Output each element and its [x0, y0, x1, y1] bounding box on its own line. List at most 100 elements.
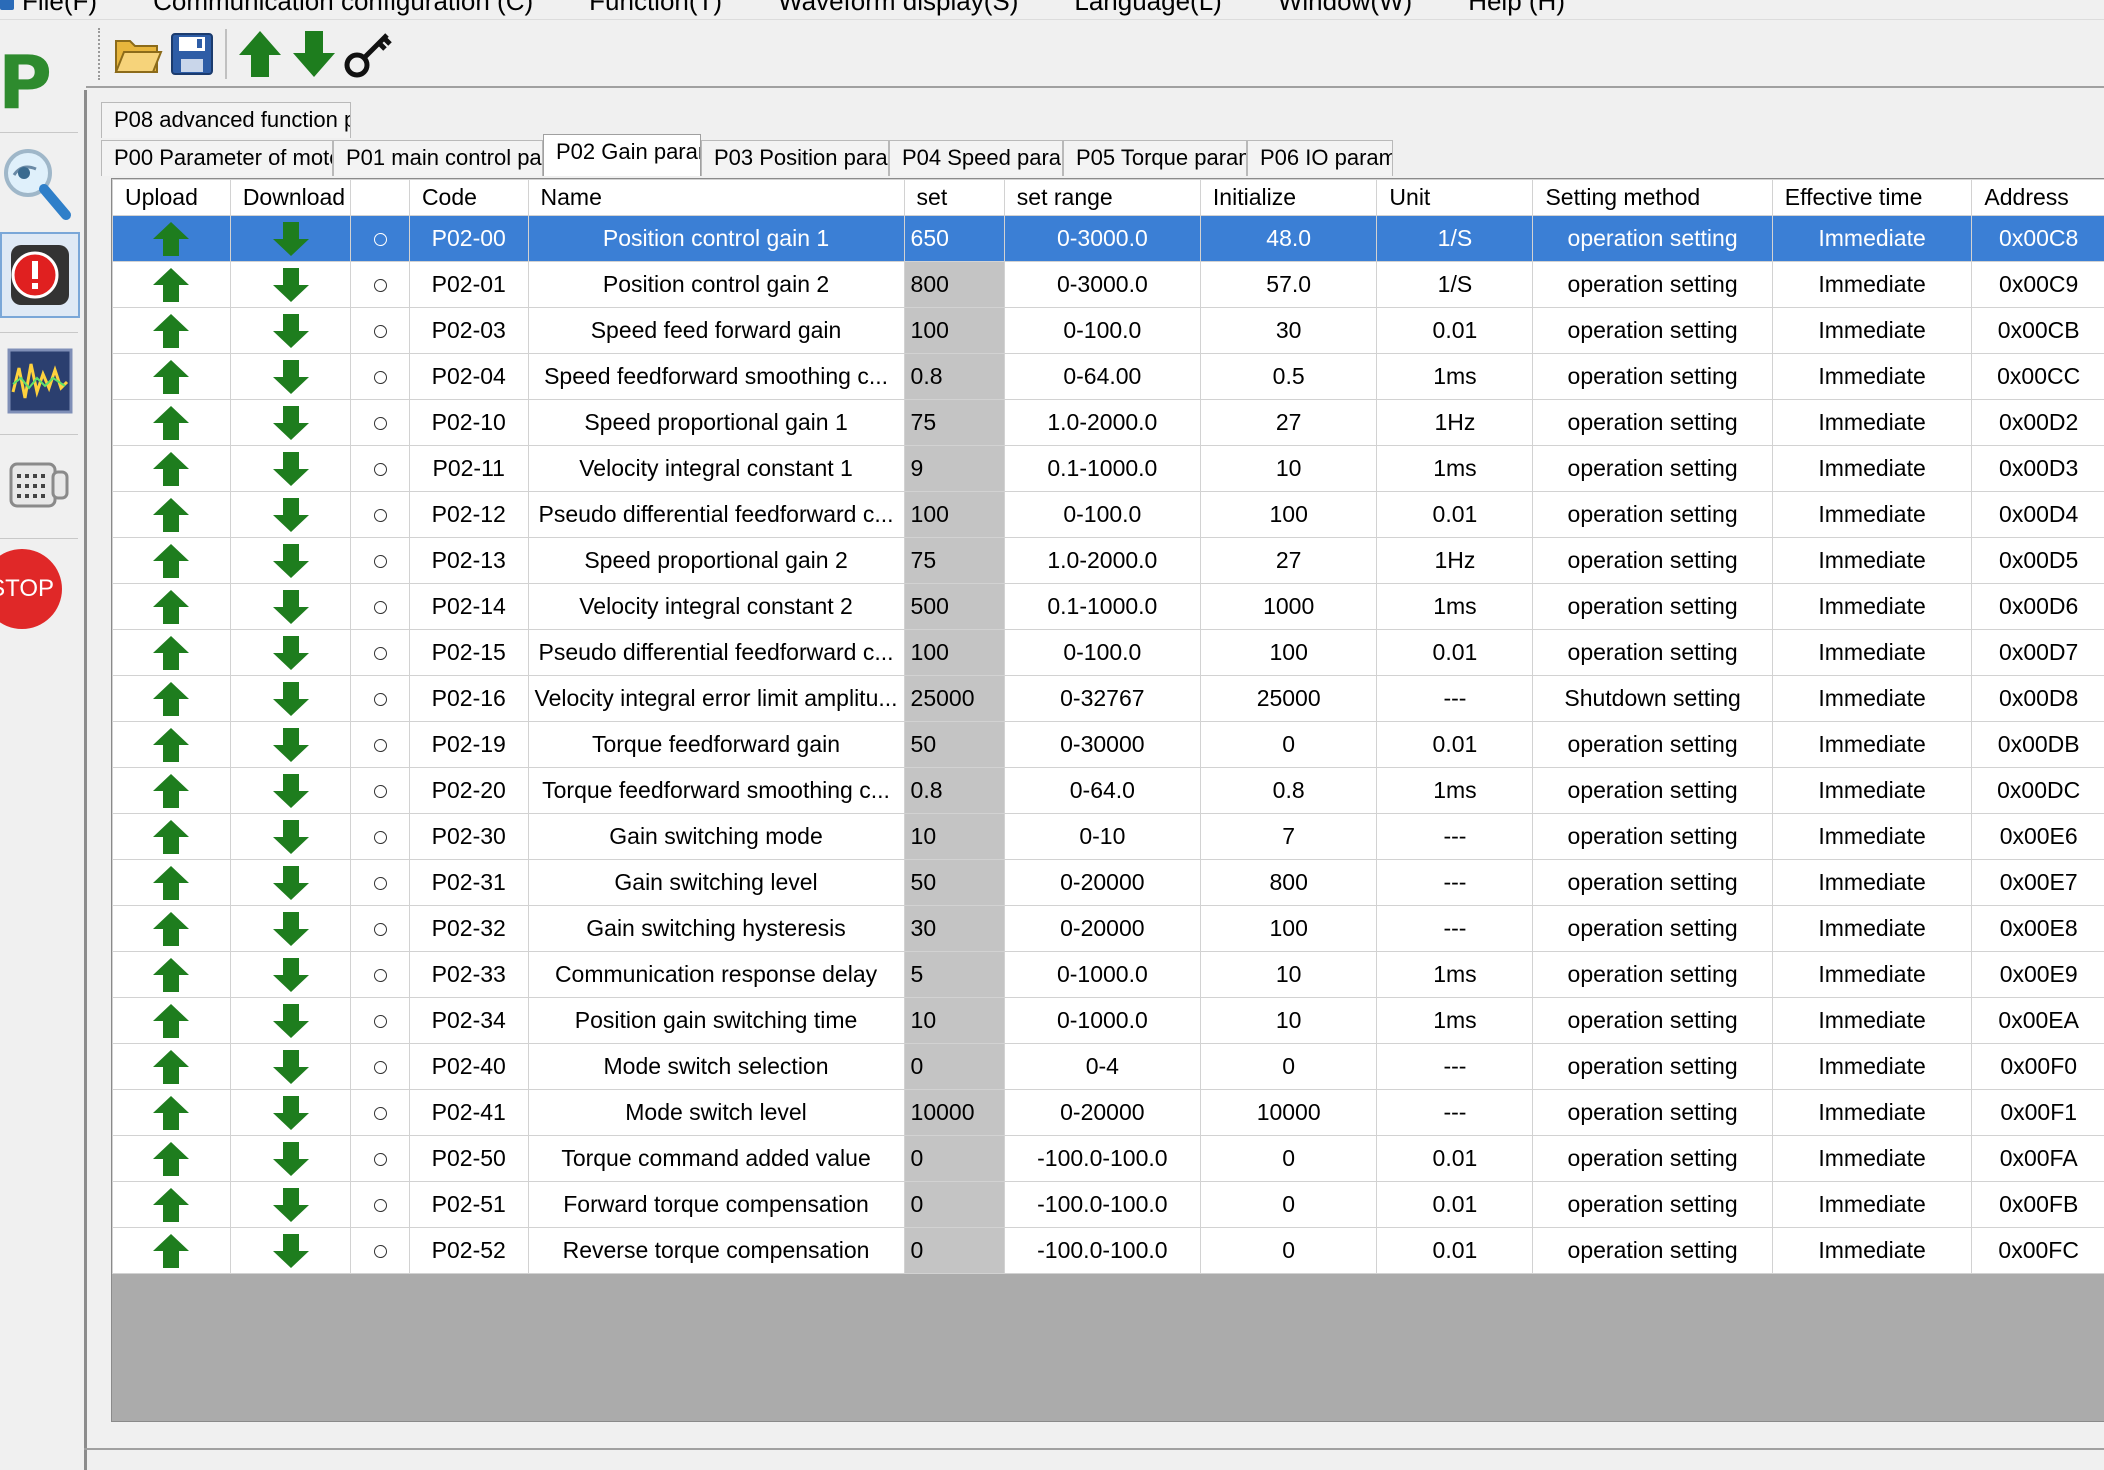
col-initialize-header[interactable]: Initialize — [1199, 179, 1378, 216]
table-row[interactable]: P02-11 Velocity integral constant 1 9 0.1-1… — [112, 445, 2104, 492]
upload-button[interactable] — [112, 215, 231, 262]
download-button[interactable] — [229, 491, 352, 538]
cell-set-input[interactable]: 75 — [903, 537, 1005, 584]
upload-button[interactable] — [112, 491, 231, 538]
save-icon[interactable] — [165, 26, 219, 82]
table-row[interactable]: P02-01 Position control gain 2 800 0-3000.0… — [112, 261, 2104, 308]
cell-set-input[interactable]: 50 — [903, 721, 1005, 768]
upload-button[interactable] — [112, 1227, 231, 1274]
table-row[interactable]: P02-14 Velocity integral constant 2 500 0.1… — [112, 583, 2104, 630]
upload-button[interactable] — [112, 997, 231, 1044]
tab-p02-gain[interactable]: P02 Gain parameter — [543, 134, 701, 176]
download-all-icon[interactable] — [287, 26, 341, 82]
row-select-radio[interactable] — [350, 307, 410, 354]
upload-button[interactable] — [112, 721, 231, 768]
table-row[interactable]: P02-16 Velocity integral error limit ampl… — [112, 675, 2104, 722]
upload-button[interactable] — [112, 767, 231, 814]
cell-set-input[interactable]: 75 — [903, 399, 1005, 446]
upload-button[interactable] — [112, 951, 231, 998]
col-address-header[interactable]: Address — [1971, 179, 2104, 216]
cell-set-input[interactable]: 5 — [903, 951, 1005, 998]
table-row[interactable]: P02-34 Position gain switching time 10 0-10… — [112, 997, 2104, 1044]
cell-set-input[interactable]: 0 — [903, 1227, 1005, 1274]
table-row[interactable]: P02-40 Mode switch selection 0 0-4 0 --- opera… — [112, 1043, 2104, 1090]
table-row[interactable]: P02-41 Mode switch level 10000 0-20000 10000… — [112, 1089, 2104, 1136]
download-button[interactable] — [229, 721, 352, 768]
app-icon[interactable] — [0, 0, 14, 10]
table-row[interactable]: P02-20 Torque feedforward smoothing c... 0… — [112, 767, 2104, 814]
cell-set-input[interactable]: 10 — [903, 813, 1005, 860]
row-select-radio[interactable] — [350, 721, 410, 768]
table-row[interactable]: P02-15 Pseudo differential feedforward c.… — [112, 629, 2104, 676]
col-setting-method-header[interactable]: Setting method — [1532, 179, 1773, 216]
download-button[interactable] — [229, 997, 352, 1044]
download-button[interactable] — [229, 583, 352, 630]
upload-button[interactable] — [112, 583, 231, 630]
table-row[interactable]: P02-51 Forward torque compensation 0 -100.0… — [112, 1181, 2104, 1228]
menu-item[interactable]: Help (H) — [1468, 0, 1565, 14]
upload-button[interactable] — [112, 537, 231, 584]
col-set-header[interactable]: set — [903, 179, 1005, 216]
row-select-radio[interactable] — [350, 1135, 410, 1182]
row-select-radio[interactable] — [350, 537, 410, 584]
col-upload-header[interactable]: Upload — [112, 179, 231, 216]
row-select-radio[interactable] — [350, 675, 410, 722]
key-icon[interactable] — [341, 26, 395, 82]
table-row[interactable]: P02-33 Communication response delay 5 0-100… — [112, 951, 2104, 998]
upload-button[interactable] — [112, 905, 231, 952]
col-code-header[interactable]: Code — [408, 179, 529, 216]
download-button[interactable] — [229, 1181, 352, 1228]
cell-set-input[interactable]: 25000 — [903, 675, 1005, 722]
toolbar-grip[interactable] — [98, 28, 101, 80]
cell-set-input[interactable]: 800 — [903, 261, 1005, 308]
download-button[interactable] — [229, 1043, 352, 1090]
cell-set-input[interactable]: 10000 — [903, 1089, 1005, 1136]
row-select-radio[interactable] — [350, 491, 410, 538]
table-row[interactable]: P02-13 Speed proportional gain 2 75 1.0-200… — [112, 537, 2104, 584]
col-unit-header[interactable]: Unit — [1376, 179, 1534, 216]
menu-item[interactable]: Language(L) — [1074, 0, 1221, 14]
cell-set-input[interactable]: 0.8 — [903, 353, 1005, 400]
table-row[interactable]: P02-52 Reverse torque compensation 0 -100.0… — [112, 1227, 2104, 1274]
menu-item[interactable]: Waveform display(S) — [778, 0, 1018, 14]
col-name-header[interactable]: Name — [527, 179, 905, 216]
tab-p08-advanced[interactable]: P08 advanced function parameter — [101, 102, 351, 138]
menu-item[interactable]: File(F) — [22, 0, 97, 14]
cell-set-input[interactable]: 100 — [903, 491, 1005, 538]
row-select-radio[interactable] — [350, 951, 410, 998]
menu-item[interactable]: Communication configuration (C) — [153, 0, 533, 14]
row-select-radio[interactable] — [350, 583, 410, 630]
table-row[interactable]: P02-00 Position control gain 1 650 0-3000.0… — [112, 215, 2104, 262]
row-select-radio[interactable] — [350, 1227, 410, 1274]
row-select-radio[interactable] — [350, 261, 410, 308]
table-row[interactable]: P02-10 Speed proportional gain 1 75 1.0-200… — [112, 399, 2104, 446]
upload-button[interactable] — [112, 353, 231, 400]
waveform-icon[interactable] — [0, 338, 80, 424]
row-select-radio[interactable] — [350, 1089, 410, 1136]
upload-button[interactable] — [112, 261, 231, 308]
table-row[interactable]: P02-19 Torque feedforward gain 50 0-30000 0 0… — [112, 721, 2104, 768]
table-row[interactable]: P02-30 Gain switching mode 10 0-10 7 --- opera… — [112, 813, 2104, 860]
row-select-radio[interactable] — [350, 215, 410, 262]
upload-button[interactable] — [112, 1043, 231, 1090]
table-row[interactable]: P02-04 Speed feedforward smoothing c... 0.… — [112, 353, 2104, 400]
download-button[interactable] — [229, 1089, 352, 1136]
upload-all-icon[interactable] — [233, 26, 287, 82]
row-select-radio[interactable] — [350, 767, 410, 814]
download-button[interactable] — [229, 859, 352, 906]
upload-button[interactable] — [112, 399, 231, 446]
col-effective-time-header[interactable]: Effective time — [1771, 179, 1973, 216]
tab-p05-torque[interactable]: P05 Torque parameters — [1063, 140, 1247, 176]
download-button[interactable] — [229, 905, 352, 952]
cell-set-input[interactable]: 0.8 — [903, 767, 1005, 814]
download-button[interactable] — [229, 537, 352, 584]
download-button[interactable] — [229, 767, 352, 814]
upload-button[interactable] — [112, 445, 231, 492]
row-select-radio[interactable] — [350, 905, 410, 952]
table-row[interactable]: P02-32 Gain switching hysteresis 30 0-20000… — [112, 905, 2104, 952]
table-row[interactable]: P02-50 Torque command added value 0 -100.0-… — [112, 1135, 2104, 1182]
download-button[interactable] — [229, 1227, 352, 1274]
col-set-range-header[interactable]: set range — [1003, 179, 1201, 216]
upload-button[interactable] — [112, 675, 231, 722]
download-button[interactable] — [229, 951, 352, 998]
